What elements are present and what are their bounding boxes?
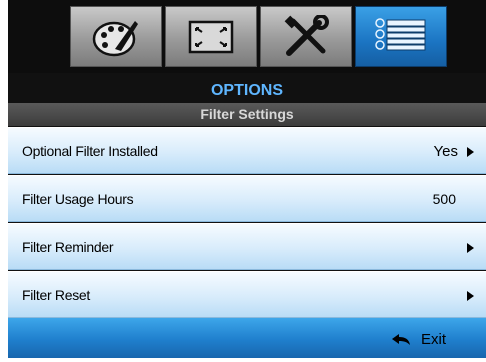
row-label: Optional Filter Installed <box>22 143 158 159</box>
osd-menu: OPTIONS Filter Settings Optional Filter … <box>8 0 486 358</box>
screen-resize-icon <box>188 20 234 53</box>
menu-title: OPTIONS <box>8 80 486 102</box>
row-label: Filter Usage Hours <box>22 191 134 207</box>
chevron-right-icon[interactable] <box>467 243 474 253</box>
return-arrow-icon <box>392 334 410 345</box>
chevron-right-icon[interactable] <box>467 291 474 301</box>
row-value: 500 <box>432 191 456 207</box>
row-filter-reset[interactable]: Filter Reset <box>8 271 486 318</box>
chevron-right-icon[interactable] <box>467 147 474 157</box>
row-filter-usage-hours: Filter Usage Hours 500 <box>8 175 486 222</box>
submenu-title: Filter Settings <box>8 103 486 126</box>
exit-button[interactable]: Exit <box>421 318 446 362</box>
tab-display[interactable] <box>70 6 162 67</box>
row-optional-filter-installed[interactable]: Optional Filter Installed Yes <box>8 127 486 174</box>
tab-options[interactable] <box>355 6 447 67</box>
row-label: Filter Reminder <box>22 239 114 255</box>
options-list-icon <box>375 17 426 50</box>
tab-setup[interactable] <box>260 6 352 67</box>
row-label: Filter Reset <box>22 287 90 303</box>
row-value: Yes <box>433 143 458 160</box>
footer-bar: Exit <box>8 318 486 358</box>
row-filter-reminder[interactable]: Filter Reminder <box>8 223 486 270</box>
tab-bar <box>8 0 486 73</box>
tools-icon <box>284 14 329 56</box>
tab-image[interactable] <box>165 6 257 67</box>
palette-icon <box>92 20 138 56</box>
